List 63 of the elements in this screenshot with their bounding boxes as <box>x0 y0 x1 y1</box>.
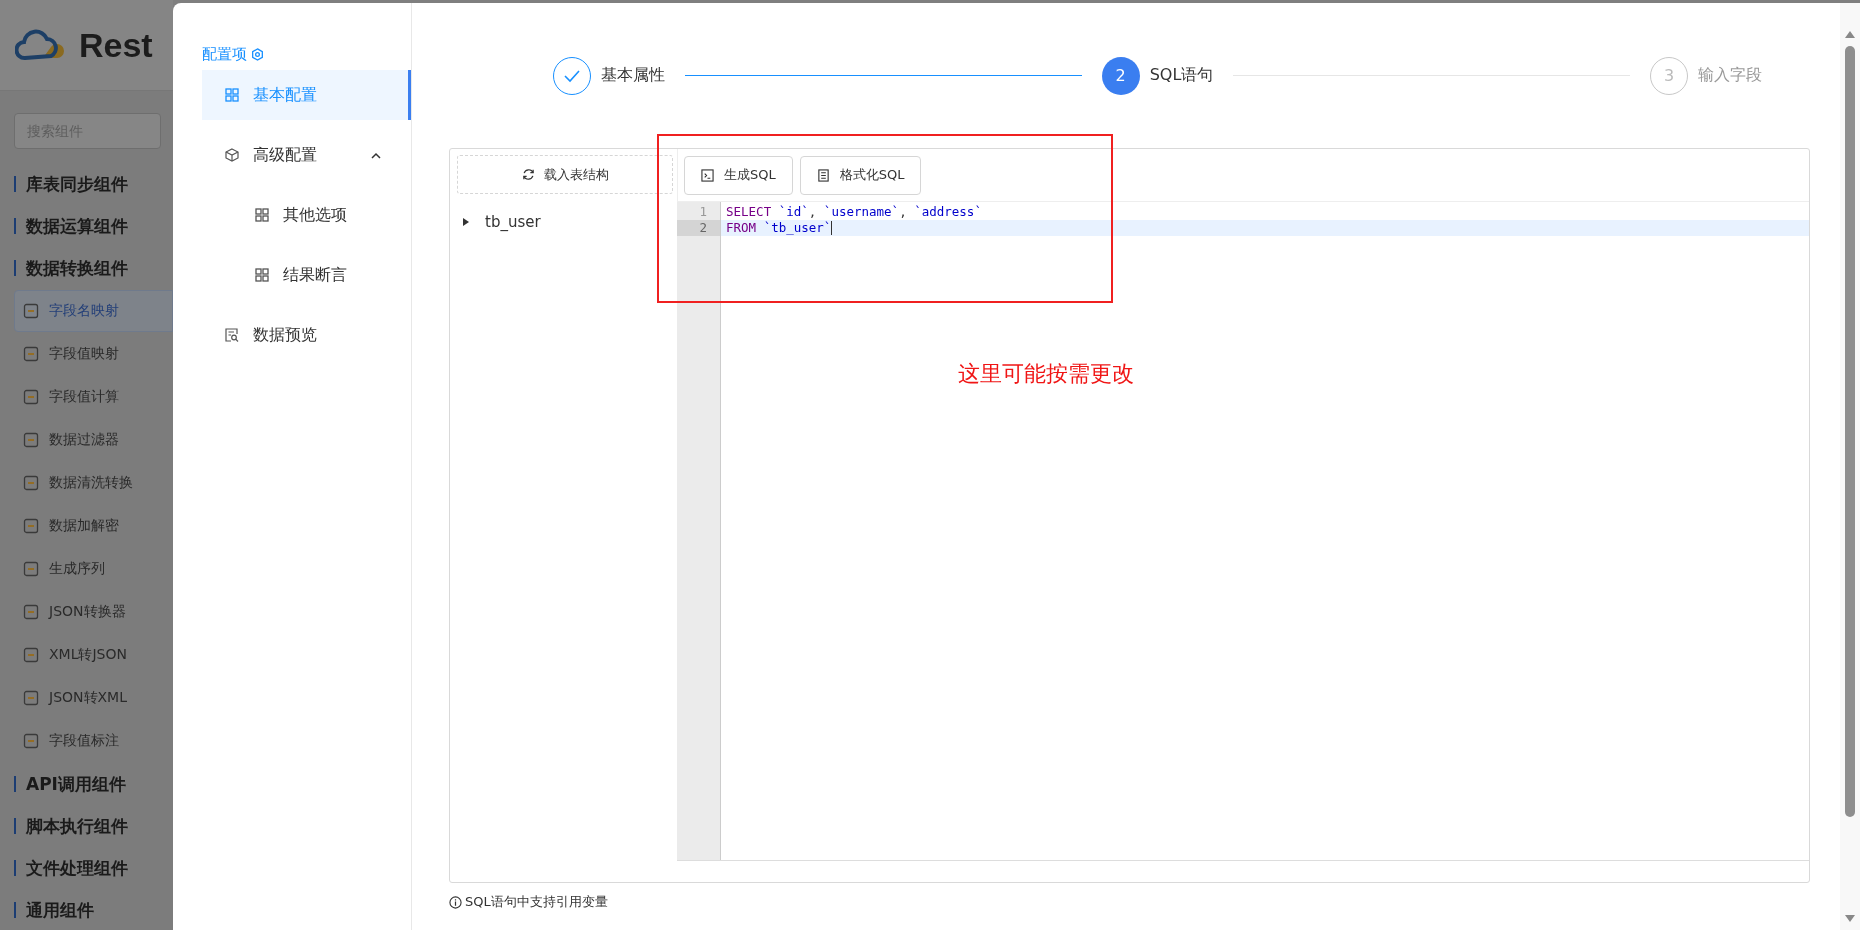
component-icon <box>23 733 39 749</box>
code-line: SELECT `id`, `username`, `address` <box>725 204 983 220</box>
info-icon <box>449 895 462 909</box>
cube-icon <box>225 148 239 162</box>
load-table-button[interactable]: 载入表结构 <box>457 155 673 194</box>
terminal-icon <box>701 168 714 182</box>
component-item[interactable]: 数据清洗转换 <box>14 462 173 504</box>
component-item[interactable]: 字段值标注 <box>14 720 173 762</box>
panel-title: 配置项 <box>202 44 247 64</box>
group-heading[interactable]: 数据运算组件 <box>14 205 173 247</box>
nav-item[interactable]: 数据预览 <box>202 310 411 360</box>
grid-icon <box>255 268 269 282</box>
component-item[interactable]: 生成序列 <box>14 548 173 590</box>
component-item[interactable]: 字段值映射 <box>14 333 173 375</box>
grid-icon <box>225 88 239 102</box>
component-icon <box>23 518 39 534</box>
toolbar-button[interactable]: 生成SQL <box>684 155 793 195</box>
nav-item[interactable]: 其他选项 <box>202 190 411 240</box>
component-item[interactable]: 字段值计算 <box>14 376 173 418</box>
group-heading[interactable]: 文件处理组件 <box>14 847 173 889</box>
tree-node[interactable]: tb_user <box>463 213 541 231</box>
group-heading[interactable]: 库表同步组件 <box>14 163 173 205</box>
component-item[interactable]: JSON转XML <box>14 677 173 719</box>
component-icon <box>23 475 39 491</box>
logo-text: Rest <box>79 25 153 65</box>
settings-icon <box>251 47 264 61</box>
component-icon <box>23 346 39 362</box>
nav-item[interactable]: 高级配置 <box>202 130 411 180</box>
hint-text: SQL语句中支持引用变量 <box>465 893 608 911</box>
refresh-icon <box>521 168 535 181</box>
grid-icon <box>255 208 269 222</box>
scroll-down-icon[interactable] <box>1845 915 1855 922</box>
line-number: 2 <box>677 220 720 236</box>
component-item[interactable]: JSON转换器 <box>14 591 173 633</box>
component-item[interactable]: XML转JSON <box>14 634 173 676</box>
step-label: 基本属性 <box>601 65 665 86</box>
annotation-text: 这里可能按需更改 <box>958 360 1134 388</box>
step-label: 输入字段 <box>1698 65 1762 86</box>
group-heading[interactable]: 通用组件 <box>14 889 173 930</box>
group-heading[interactable]: 脚本执行组件 <box>14 805 173 847</box>
component-icon <box>23 604 39 620</box>
step-label: SQL语句 <box>1149 65 1214 86</box>
component-icon <box>23 432 39 448</box>
scrollbar[interactable] <box>1840 3 1860 930</box>
component-icon <box>23 303 39 319</box>
step-number: 2 <box>1101 56 1140 95</box>
group-heading[interactable]: API调用组件 <box>14 763 173 805</box>
cloud-logo-icon <box>15 28 65 62</box>
component-icon <box>23 647 39 663</box>
preview-icon <box>225 328 239 342</box>
document-icon <box>816 168 830 182</box>
scroll-up-icon[interactable] <box>1845 31 1855 38</box>
group-heading[interactable]: 数据转换组件 <box>14 247 173 289</box>
component-icon <box>23 389 39 405</box>
toolbar-button[interactable]: 格式化SQL <box>799 155 922 195</box>
component-icon <box>23 690 39 706</box>
line-number: 1 <box>698 204 708 220</box>
nav-item[interactable]: 结果断言 <box>202 250 411 300</box>
component-icon <box>23 561 39 577</box>
nav-item[interactable]: 基本配置 <box>202 70 411 120</box>
component-item[interactable]: 数据加解密 <box>14 505 173 547</box>
component-item[interactable]: 字段名映射 <box>14 290 173 332</box>
component-item[interactable]: 数据过滤器 <box>14 419 173 461</box>
